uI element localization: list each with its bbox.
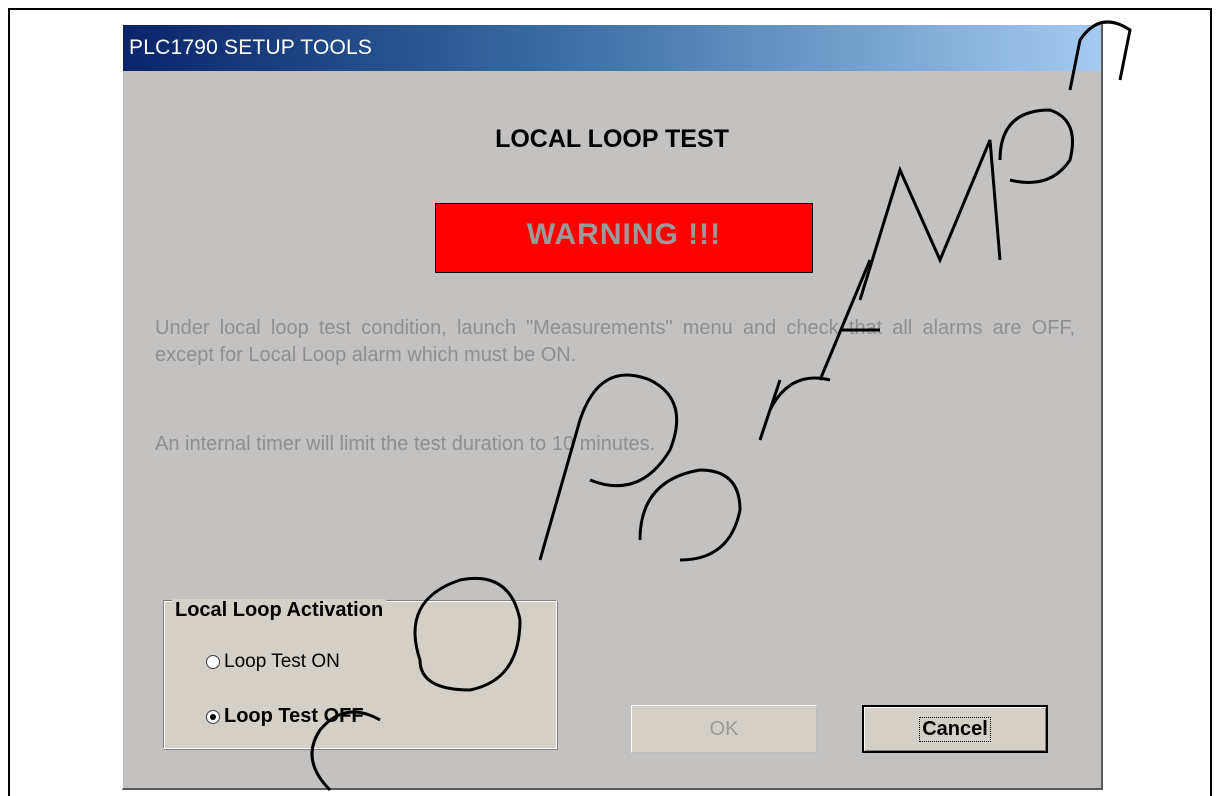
setup-tools-dialog: PLC1790 SETUP TOOLS LOCAL LOOP TEST WARN… [122,24,1103,790]
timer-note-text: An internal timer will limit the test du… [155,433,656,455]
dialog-heading: LOCAL LOOP TEST [495,125,729,153]
warning-text: WARNING !!! [526,218,722,251]
radio-checked-icon[interactable] [206,709,220,724]
window-title: PLC1790 SETUP TOOLS [129,36,373,59]
loop-test-on-label: Loop Test ON [224,651,340,672]
loop-test-off-option[interactable]: Loop Test OFF [206,705,364,728]
ok-button[interactable]: OK [631,705,817,753]
cancel-button-label: Cancel [919,716,991,742]
loop-test-off-label: Loop Test OFF [224,705,364,727]
title-bar[interactable]: PLC1790 SETUP TOOLS [123,25,1101,71]
loop-test-on-option[interactable]: Loop Test ON [206,651,340,673]
warning-banner: WARNING !!! [435,203,813,273]
cancel-button[interactable]: Cancel [862,705,1048,753]
ok-button-label: OK [709,717,739,740]
instruction-text: Under local loop test condition, launch … [155,317,1075,366]
group-title: Local Loop Activation [172,599,387,622]
radio-unchecked-icon[interactable] [206,655,220,669]
local-loop-activation-group: Local Loop Activation Loop Test ON Loop … [163,599,557,749]
